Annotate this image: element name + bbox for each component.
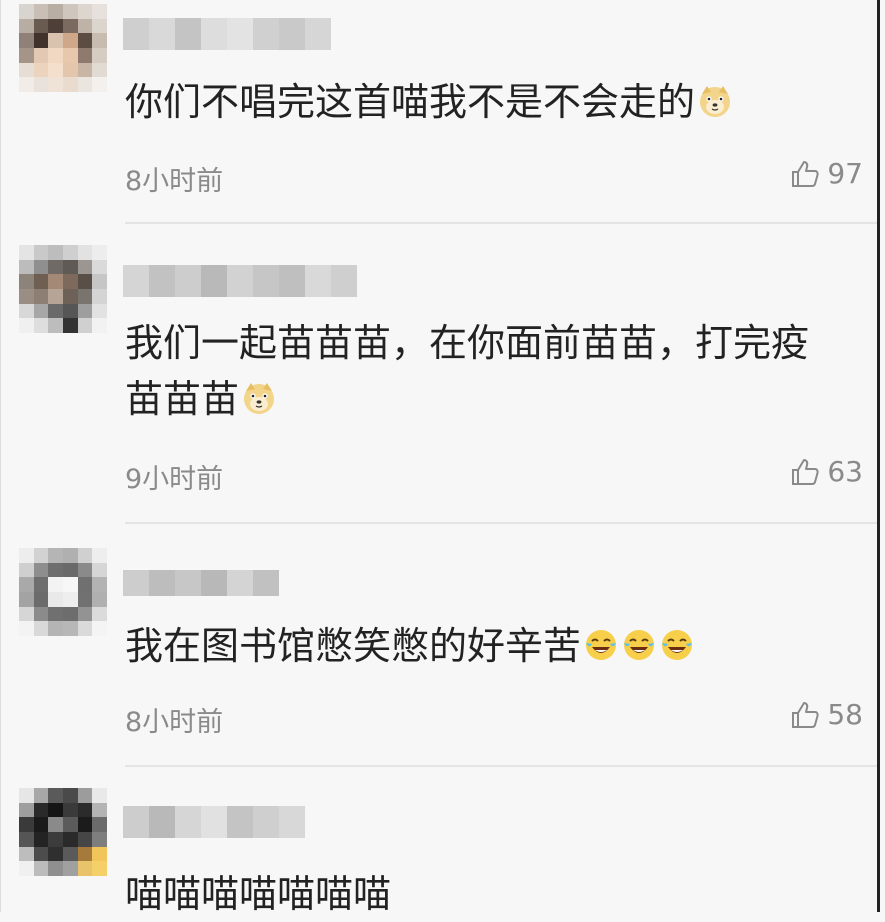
comment-text: 你们不唱完这首喵我不是不会走的 — [125, 74, 843, 130]
comment-time: 8小时前 — [125, 166, 224, 197]
avatar[interactable] — [19, 4, 107, 92]
username[interactable] — [123, 18, 331, 50]
divider — [125, 522, 877, 524]
comment-time: 9小时前 — [125, 464, 224, 495]
comment-text: 我们一起苗苗苗，在你面前苗苗，打完疫 苗苗苗 — [125, 321, 810, 421]
comment-text: 喵喵喵喵喵喵喵 — [125, 872, 392, 916]
like-count: 58 — [827, 698, 863, 731]
username[interactable] — [123, 570, 279, 596]
avatar[interactable] — [19, 548, 107, 636]
laugh-cry-emoji — [586, 630, 617, 660]
doge-emoji — [244, 383, 275, 414]
comment-list: 你们不唱完这首喵我不是不会走的 8小时前 97 我们一起苗苗苗，在你面前苗苗，打… — [0, 0, 880, 916]
laugh-cry-emoji — [662, 630, 693, 660]
laugh-cry-emoji — [624, 630, 655, 660]
like-count: 97 — [827, 157, 863, 190]
like-button[interactable]: 63 — [789, 455, 863, 488]
like-button[interactable]: 58 — [789, 698, 863, 731]
username[interactable] — [123, 806, 305, 838]
thumbs-up-icon — [792, 701, 819, 728]
divider — [125, 765, 877, 767]
comment-text: 我在图书馆憋笑憋的好辛苦 — [125, 618, 843, 674]
doge-emoji — [700, 86, 731, 117]
thumbs-up-icon — [792, 160, 819, 187]
like-count: 63 — [827, 455, 863, 488]
avatar[interactable] — [19, 788, 107, 876]
comment-time: 8小时前 — [125, 707, 224, 738]
thumbs-up-icon — [792, 458, 819, 485]
username[interactable] — [123, 265, 357, 297]
divider — [125, 222, 877, 224]
avatar[interactable] — [19, 245, 107, 333]
like-button[interactable]: 97 — [789, 157, 863, 190]
